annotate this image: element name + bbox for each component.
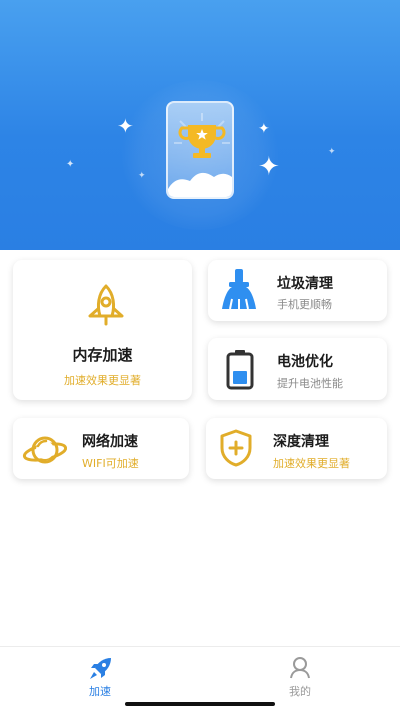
home-indicator	[125, 702, 275, 706]
hero-banner: ✦ ✦ ✦ ✦ ✦ ✦	[0, 0, 400, 250]
sparkle-icon: ✦	[138, 171, 146, 181]
deep-clean-card[interactable]: 深度清理 加速效果更显著	[206, 418, 387, 479]
network-boost-card[interactable]: 网络加速 WIFI可加速	[13, 418, 189, 479]
broom-icon	[222, 269, 256, 310]
sparkle-icon: ✦	[117, 114, 134, 138]
card-title: 内存加速	[72, 346, 133, 364]
memory-boost-card[interactable]: 内存加速 加速效果更显著	[13, 260, 192, 400]
sparkle-icon: ✦	[328, 147, 336, 157]
rocket-icon	[90, 658, 111, 679]
card-subtitle: 手机更顺畅	[277, 298, 332, 311]
card-title: 网络加速	[82, 434, 138, 450]
sparkle-icon: ✦	[258, 152, 280, 182]
planet-icon	[22, 436, 68, 464]
card-subtitle: 提升电池性能	[277, 377, 343, 390]
card-subtitle: WIFI可加速	[82, 457, 139, 470]
sparkle-icon: ✦	[258, 121, 270, 137]
sparkle-icon: ✦	[66, 159, 75, 170]
card-subtitle: 加速效果更显著	[273, 457, 350, 470]
card-subtitle: 加速效果更显著	[64, 374, 141, 387]
trophy-icon	[168, 113, 232, 197]
user-icon	[290, 657, 310, 679]
card-title: 垃圾清理	[277, 276, 333, 292]
shield-plus-icon	[220, 429, 252, 467]
card-title: 电池优化	[277, 354, 333, 370]
card-title: 深度清理	[273, 434, 329, 450]
junk-clean-card[interactable]: 垃圾清理 手机更顺畅	[208, 260, 387, 321]
battery-icon	[226, 350, 254, 390]
tab-label: 加速	[89, 685, 111, 698]
rocket-icon	[88, 284, 124, 326]
battery-optimize-card[interactable]: 电池优化 提升电池性能	[208, 338, 387, 400]
trophy-card	[166, 101, 234, 199]
tab-label: 我的	[289, 685, 311, 698]
